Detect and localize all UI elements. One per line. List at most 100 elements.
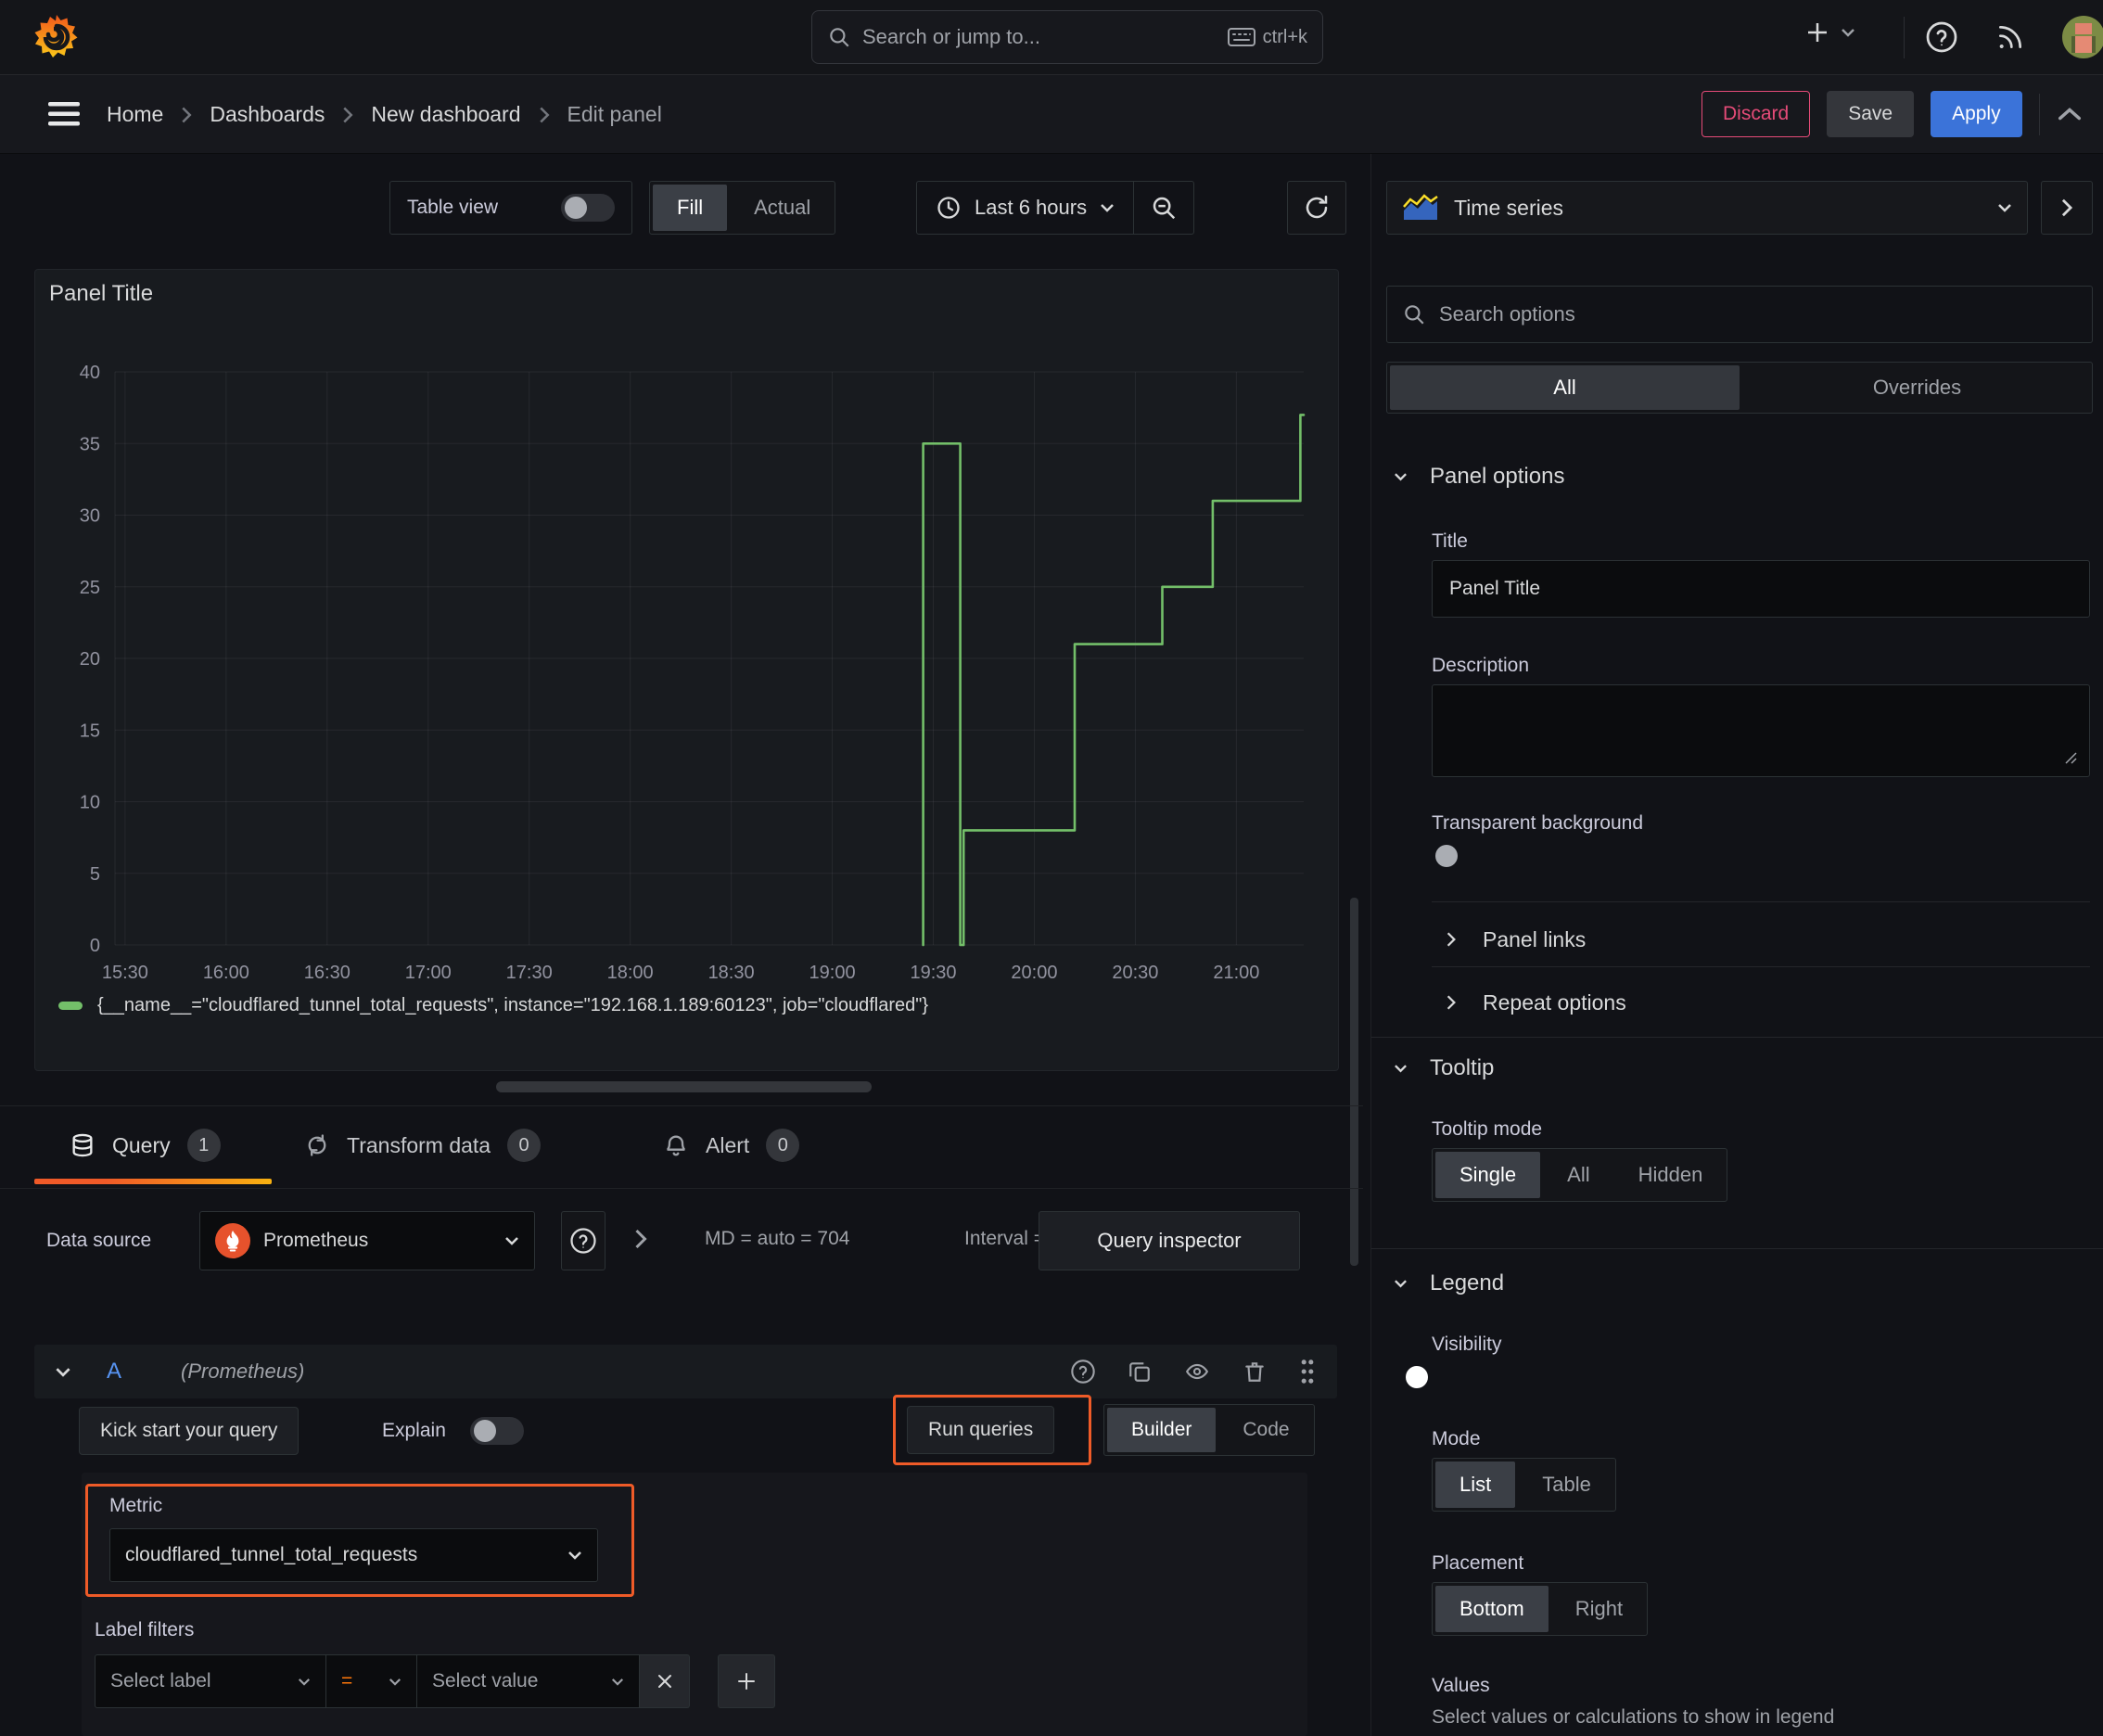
fill-actual-group: Fill Actual (649, 181, 836, 235)
tooltip-single-option[interactable]: Single (1435, 1152, 1541, 1198)
delete-query-icon[interactable] (1243, 1359, 1267, 1384)
svg-text:0: 0 (90, 936, 100, 956)
legend-placement-right[interactable]: Right (1551, 1583, 1647, 1635)
tab-all[interactable]: All (1390, 365, 1740, 410)
drag-handle-icon[interactable] (1298, 1359, 1317, 1385)
time-range-picker[interactable]: Last 6 hours (917, 182, 1133, 234)
title-label: Title (1432, 530, 1468, 552)
search-options-field[interactable]: Search options (1386, 286, 2093, 343)
code-option[interactable]: Code (1218, 1405, 1313, 1455)
query-a-header[interactable]: A (Prometheus) (34, 1345, 1337, 1398)
database-icon (70, 1132, 96, 1158)
apply-button[interactable]: Apply (1931, 91, 2022, 137)
actual-option[interactable]: Actual (730, 182, 835, 234)
duplicate-query-icon[interactable] (1128, 1359, 1152, 1384)
table-view-toggle[interactable] (561, 194, 615, 222)
tooltip-header[interactable]: Tooltip (1394, 1055, 1494, 1081)
tooltip-mode-label: Tooltip mode (1432, 1118, 1543, 1140)
tab-overrides[interactable]: Overrides (1742, 365, 2092, 410)
legend-mode-label: Mode (1432, 1428, 1481, 1449)
alert-count-badge: 0 (766, 1129, 800, 1162)
query-ref-id[interactable]: A (107, 1359, 121, 1385)
zoom-out-button[interactable] (1134, 182, 1193, 234)
legend-mode-list[interactable]: List (1435, 1462, 1516, 1508)
legend-mode-table[interactable]: Table (1518, 1459, 1615, 1511)
topbar-divider (1904, 17, 1905, 58)
refresh-button[interactable] (1287, 181, 1346, 235)
search-placeholder: Search or jump to... (862, 25, 1040, 48)
query-tabs-bar: Query 1 Transform data 0 Alert 0 (0, 1105, 1363, 1189)
chevron-right-icon[interactable] (633, 1228, 648, 1250)
explain-toggle[interactable] (469, 1417, 524, 1445)
news-rss-icon[interactable] (1995, 22, 2025, 52)
run-queries-button[interactable]: Run queries (907, 1406, 1055, 1454)
breadcrumb-dashboards[interactable]: Dashboards (210, 102, 325, 127)
chevron-down-icon (567, 1551, 582, 1560)
legend-placement-label: Placement (1432, 1552, 1524, 1574)
description-textarea[interactable] (1432, 684, 2090, 777)
datasource-picker[interactable]: Prometheus (199, 1211, 535, 1270)
operator-dropdown[interactable]: = (326, 1654, 417, 1708)
tooltip-hidden-option[interactable]: Hidden (1614, 1149, 1727, 1201)
legend-header[interactable]: Legend (1394, 1270, 1504, 1296)
user-avatar[interactable] (2062, 16, 2103, 58)
vertical-scrollbar[interactable] (1350, 898, 1358, 1266)
tab-transform[interactable]: Transform data 0 (304, 1106, 542, 1184)
kickstart-query-button[interactable]: Kick start your query (79, 1407, 300, 1455)
legend-placement-bottom[interactable]: Bottom (1435, 1586, 1549, 1632)
datasource-help-button[interactable] (561, 1211, 605, 1270)
panel-links-section[interactable]: Panel links (1446, 916, 1586, 963)
tab-alert[interactable]: Alert 0 (663, 1106, 800, 1184)
tab-alert-label: Alert (706, 1132, 750, 1157)
tab-query-label: Query (112, 1132, 171, 1157)
svg-text:18:30: 18:30 (708, 963, 755, 983)
svg-text:20:00: 20:00 (1011, 963, 1057, 983)
select-label-dropdown[interactable]: Select label (95, 1654, 326, 1708)
svg-text:10: 10 (80, 793, 100, 813)
chevron-up-icon[interactable] (2057, 107, 2083, 121)
svg-text:35: 35 (80, 434, 100, 454)
panel-resize-handle[interactable] (496, 1081, 872, 1092)
chart-legend[interactable]: {__name__="cloudflared_tunnel_total_requ… (58, 995, 928, 1016)
add-menu-button[interactable] (1803, 19, 1855, 46)
tooltip-all-option[interactable]: All (1543, 1149, 1613, 1201)
panel-options-header[interactable]: Panel options (1394, 464, 1564, 490)
svg-text:20:30: 20:30 (1112, 963, 1158, 983)
global-search-input[interactable]: Search or jump to... ctrl+k (811, 10, 1323, 64)
chevron-down-icon[interactable] (55, 1367, 71, 1377)
breadcrumb-home[interactable]: Home (107, 102, 163, 127)
search-icon (827, 25, 851, 49)
help-button[interactable] (1925, 20, 1958, 54)
remove-filter-button[interactable] (640, 1654, 690, 1708)
panel-title-input[interactable] (1432, 560, 2090, 618)
resize-grip-icon[interactable] (2062, 749, 2077, 764)
add-filter-button[interactable] (718, 1654, 775, 1708)
avatar-pixel-body (2071, 36, 2096, 53)
discard-button[interactable]: Discard (1702, 91, 1811, 137)
chevron-right-icon (1446, 994, 1457, 1011)
fill-option[interactable]: Fill (653, 185, 728, 231)
mega-menu-toggle[interactable] (48, 101, 80, 127)
chevron-down-icon (298, 1678, 311, 1686)
chevron-down-icon (1997, 203, 2012, 212)
viz-picker[interactable]: Time series (1386, 181, 2028, 235)
metric-select[interactable]: cloudflared_tunnel_total_requests (109, 1528, 598, 1582)
toggle-visibility-icon[interactable] (1183, 1359, 1211, 1384)
select-value-dropdown[interactable]: Select value (417, 1654, 640, 1708)
time-series-chart[interactable]: 0 5 10 15 20 25 30 35 40 15:30 16:00 16:30 17:00 17:3… (35, 270, 1338, 1069)
builder-option[interactable]: Builder (1107, 1408, 1217, 1452)
chevron-right-icon (538, 106, 551, 124)
repeat-options-section[interactable]: Repeat options (1446, 979, 1626, 1026)
query-help-icon[interactable] (1070, 1359, 1096, 1385)
breadcrumb-new-dashboard[interactable]: New dashboard (371, 102, 520, 127)
legend-swatch (58, 1002, 83, 1010)
collapse-options-button[interactable] (2041, 181, 2093, 235)
grafana-logo[interactable] (33, 12, 80, 68)
tab-query[interactable]: Query 1 (70, 1106, 221, 1184)
legend-mode-group: List Table (1432, 1458, 1616, 1512)
datasource-row: Data source (46, 1211, 151, 1270)
save-button[interactable]: Save (1827, 91, 1915, 137)
query-inspector-button[interactable]: Query inspector (1039, 1211, 1300, 1270)
table-view-label: Table view (407, 197, 499, 218)
svg-text:15: 15 (80, 721, 100, 741)
